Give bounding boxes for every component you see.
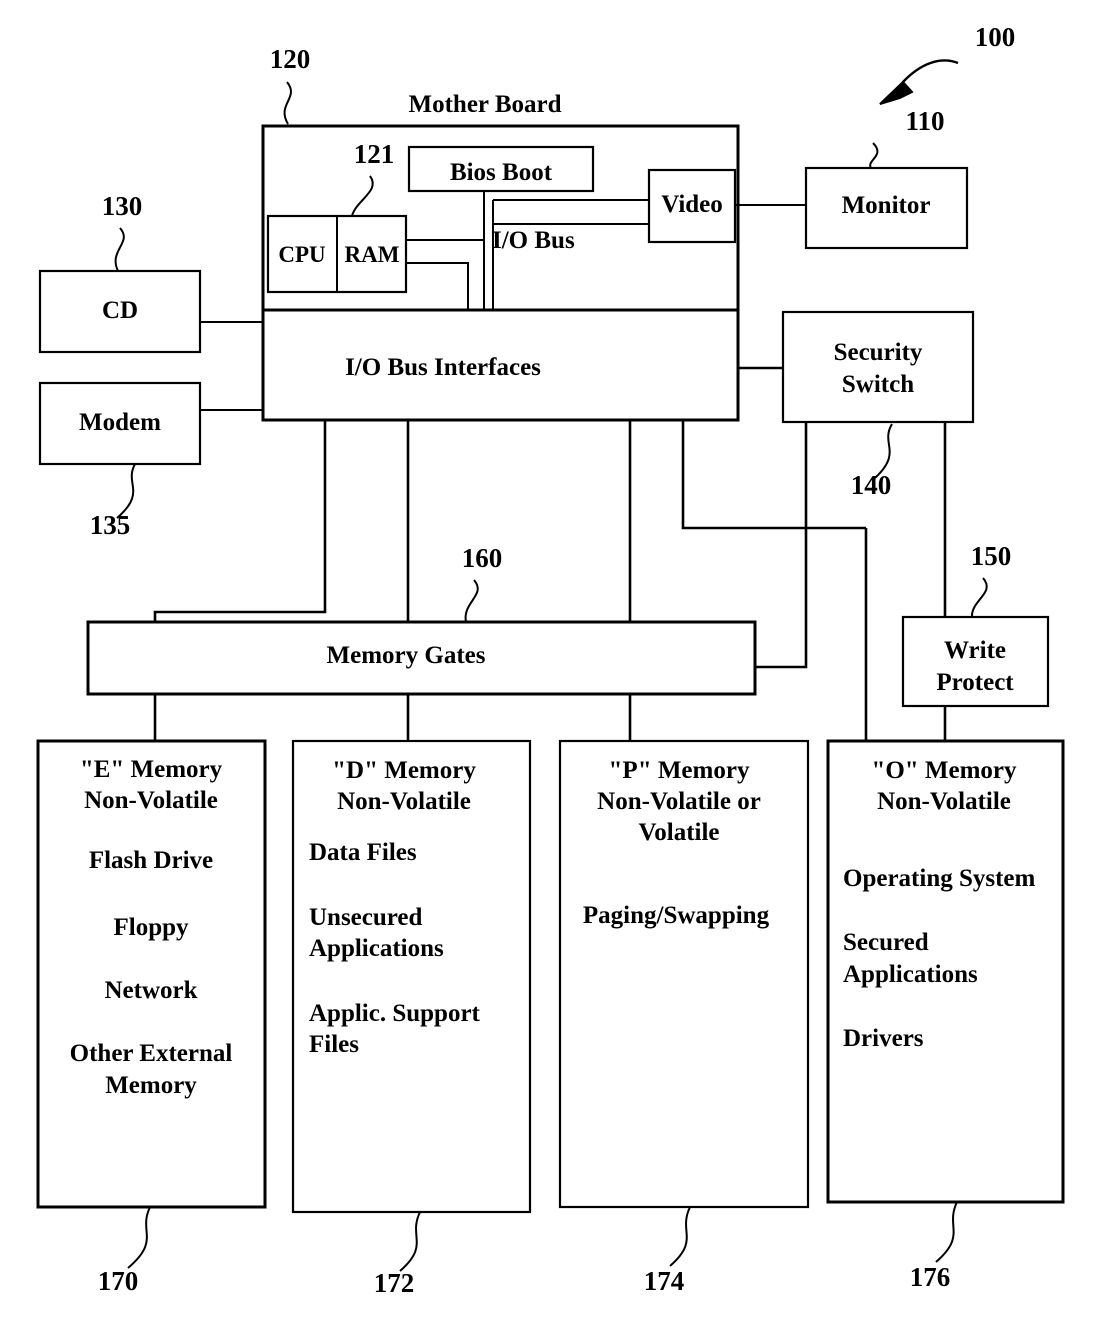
ref-number-174: 174 <box>644 1266 685 1296</box>
cpu-label: CPU <box>278 242 326 267</box>
ref-130-group: 130 <box>102 191 143 272</box>
ref-number-135: 135 <box>90 510 131 540</box>
bios-boot-label: Bios Boot <box>450 159 553 186</box>
e-memory-item-network: Network <box>104 977 197 1004</box>
ram-label: RAM <box>345 242 400 267</box>
security-switch-box <box>781 310 975 424</box>
o-memory-header-line1: "O" Memory <box>871 757 1017 784</box>
io-bus-interfaces-label: I/O Bus Interfaces <box>345 354 541 381</box>
e-memory-item-flash-drive: Flash Drive <box>89 847 213 874</box>
o-memory-item-operating-system: Operating System <box>843 865 1036 892</box>
o-memory-item-secured-a: Secured <box>843 929 929 956</box>
ref-135-group: 135 <box>90 463 136 540</box>
io-to-p-memory-branch <box>681 420 866 530</box>
ref-120-leader <box>283 81 292 125</box>
ref-number-121: 121 <box>354 139 395 169</box>
ref-170-group: 170 <box>98 1206 151 1296</box>
ref-number-150: 150 <box>971 541 1012 571</box>
write-protect-label-line1: Write <box>944 637 1006 664</box>
ref-number-110: 110 <box>905 106 944 136</box>
ref-number-140: 140 <box>851 470 892 500</box>
monitor-label: Monitor <box>842 192 931 219</box>
ref-150-leader <box>970 577 988 618</box>
modem-label: Modem <box>79 409 161 436</box>
system-block-diagram: 100 Mother Board 120 I/O Bus Interfaces … <box>36 22 1065 1298</box>
d-memory-item-unsecured-b: Applications <box>309 935 444 962</box>
security-to-memory-gates-line <box>755 422 808 669</box>
video-label: Video <box>661 191 723 218</box>
ref-160-leader <box>464 579 479 623</box>
o-memory-item-drivers: Drivers <box>843 1025 924 1052</box>
p-memory-header-line2: Non-Volatile or <box>597 788 761 815</box>
ref-120-group: 120 <box>270 44 311 125</box>
e-memory-item-other-external-a: Other External <box>70 1040 233 1067</box>
ref-110-leader <box>869 142 879 169</box>
memory-gates-outputs <box>153 694 632 741</box>
security-switch-label-line1: Security <box>834 339 923 366</box>
d-memory-header-line1: "D" Memory <box>332 757 476 784</box>
ref-number-130: 130 <box>102 191 143 221</box>
d-memory-item-applic-support-a: Applic. Support <box>309 1000 481 1027</box>
figure-ref-100-leader <box>902 59 959 83</box>
ref-number-160: 160 <box>462 543 503 573</box>
d-memory-header-line2: Non-Volatile <box>337 788 471 815</box>
ref-174-leader <box>669 1206 691 1267</box>
ref-160-group: 160 <box>462 543 503 623</box>
cd-label: CD <box>102 297 138 324</box>
ref-176-leader <box>935 1201 958 1263</box>
arrow-icon <box>879 80 914 105</box>
figure-ref-100-group: 100 <box>879 22 1016 105</box>
memory-gates-label: Memory Gates <box>327 642 486 669</box>
ref-110-group: 110 <box>869 106 945 169</box>
e-memory-header-line1: "E" Memory <box>80 756 223 783</box>
ref-172-leader <box>399 1211 421 1272</box>
p-memory-header-line3: Volatile <box>638 819 719 846</box>
security-switch-label-line2: Switch <box>842 371 914 398</box>
ref-number-176: 176 <box>910 1262 951 1292</box>
d-memory-item-data-files: Data Files <box>309 839 417 866</box>
ref-174-group: 174 <box>644 1206 691 1296</box>
p-memory-header-line1: "P" Memory <box>609 757 750 784</box>
motherboard-title: Mother Board <box>409 91 562 118</box>
e-memory-item-other-external-b: Memory <box>105 1072 197 1099</box>
write-protect-label-line2: Protect <box>936 669 1014 696</box>
ref-number-172: 172 <box>374 1268 415 1298</box>
ref-number-120: 120 <box>270 44 311 74</box>
ref-170-leader <box>127 1206 151 1269</box>
e-memory-header-line2: Non-Volatile <box>84 787 218 814</box>
e-memory-item-floppy: Floppy <box>113 914 189 941</box>
ref-130-leader <box>114 227 125 272</box>
io-bus-label: I/O Bus <box>492 227 575 254</box>
p-memory-item-paging-swapping: Paging/Swapping <box>583 902 770 929</box>
ref-number-100: 100 <box>975 22 1016 52</box>
ref-140-group: 140 <box>851 423 893 500</box>
ref-number-170: 170 <box>98 1266 139 1296</box>
o-memory-header-line2: Non-Volatile <box>877 788 1011 815</box>
patent-figure-container: 100 Mother Board 120 I/O Bus Interfaces … <box>0 0 1102 1318</box>
o-memory-item-secured-b: Applications <box>843 961 978 988</box>
d-memory-item-unsecured-a: Unsecured <box>309 904 423 931</box>
ref-172-group: 172 <box>374 1211 421 1298</box>
ref-176-group: 176 <box>910 1201 958 1292</box>
d-memory-item-applic-support-b: Files <box>309 1031 359 1058</box>
ref-150-group: 150 <box>970 541 1012 618</box>
